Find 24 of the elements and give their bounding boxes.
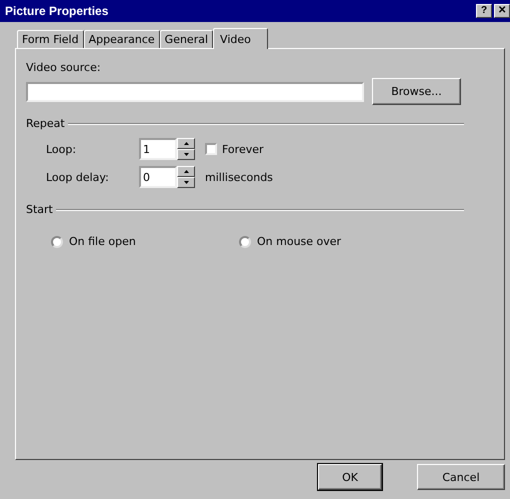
window-title: Picture Properties [5, 4, 108, 18]
down-arrow-icon[interactable] [184, 181, 188, 184]
radio-button[interactable]: On file open [51, 235, 239, 248]
radio-button[interactable]: On mouse over [239, 235, 427, 248]
help-button[interactable]: ? [476, 4, 492, 18]
unit-label: milliseconds [205, 170, 273, 184]
field-label: Video source: [26, 61, 102, 74]
group-heading: Repeat [26, 117, 65, 130]
up-arrow-icon[interactable] [184, 142, 188, 145]
group-heading: Start [26, 203, 53, 216]
tab[interactable]: Video [213, 28, 268, 49]
tab[interactable]: Form Field [17, 30, 84, 48]
browse-button[interactable]: Browse... [372, 78, 461, 105]
forever-checkbox[interactable]: Forever [205, 142, 264, 156]
field-label: Loop delay: [46, 170, 110, 184]
ok-button[interactable]: OK [318, 464, 382, 490]
cancel-button[interactable]: Cancel [417, 464, 505, 490]
tab[interactable]: General [160, 30, 214, 48]
field-label: Loop: [46, 142, 78, 156]
up-arrow-icon[interactable] [184, 170, 188, 173]
close-button[interactable]: ✕ [494, 4, 510, 18]
video-source-field[interactable] [26, 82, 364, 102]
tab[interactable]: Appearance [84, 30, 160, 48]
down-arrow-icon[interactable] [184, 153, 188, 156]
